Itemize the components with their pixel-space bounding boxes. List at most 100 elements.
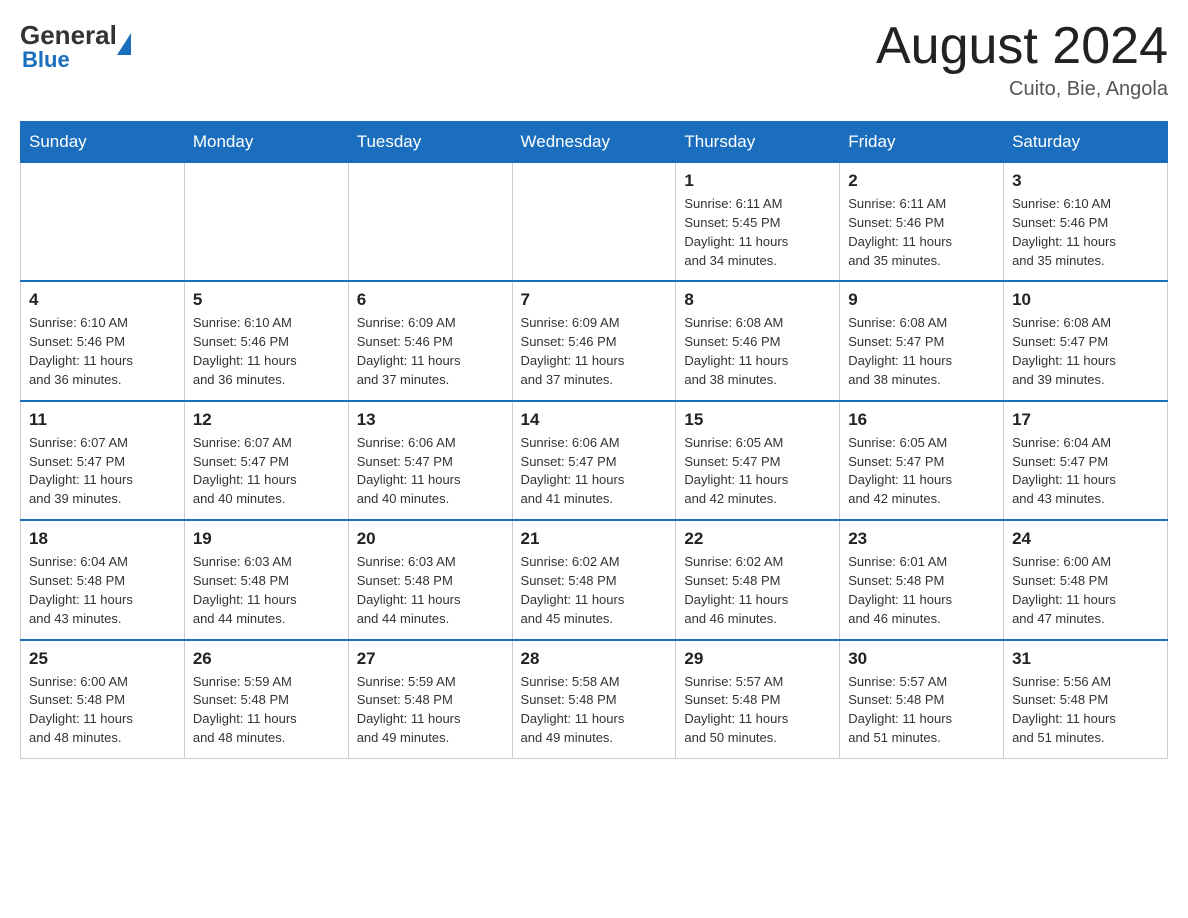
day-info: Sunrise: 6:00 AM Sunset: 5:48 PM Dayligh… (29, 674, 133, 746)
day-number: 28 (521, 649, 668, 669)
calendar-day-cell: 28 Sunrise: 5:58 AM Sunset: 5:48 PM Dayli… (512, 640, 676, 759)
day-info: Sunrise: 6:10 AM Sunset: 5:46 PM Dayligh… (193, 315, 297, 387)
day-info: Sunrise: 6:06 AM Sunset: 5:47 PM Dayligh… (357, 435, 461, 507)
calendar-day-cell: 12Sunrise: 6:07 AM Sunset: 5:47 PM Dayli… (184, 401, 348, 520)
day-info: Sunrise: 6:09 AM Sunset: 5:46 PM Dayligh… (357, 315, 461, 387)
day-info: Sunrise: 5:56 AM Sunset: 5:48 PM Dayligh… (1012, 674, 1116, 746)
calendar-day-cell: 22 Sunrise: 6:02 AM Sunset: 5:48 PM Dayli… (676, 520, 840, 639)
calendar-day-cell: 7 Sunrise: 6:09 AM Sunset: 5:46 PM Daylig… (512, 281, 676, 400)
day-number: 7 (521, 290, 668, 310)
day-number: 6 (357, 290, 504, 310)
day-number: 2 (848, 171, 995, 191)
calendar-week-row: 25 Sunrise: 6:00 AM Sunset: 5:48 PM Dayli… (21, 640, 1168, 759)
day-info: Sunrise: 5:59 AM Sunset: 5:48 PM Dayligh… (193, 674, 297, 746)
day-info: Sunrise: 6:00 AM Sunset: 5:48 PM Dayligh… (1012, 554, 1116, 626)
calendar-day-cell: 30 Sunrise: 5:57 AM Sunset: 5:48 PM Dayli… (840, 640, 1004, 759)
day-info: Sunrise: 6:05 AM Sunset: 5:47 PM Dayligh… (848, 435, 952, 507)
day-number: 15 (684, 410, 831, 430)
day-number: 14 (521, 410, 668, 430)
calendar-day-cell: 25 Sunrise: 6:00 AM Sunset: 5:48 PM Dayli… (21, 640, 185, 759)
calendar-day-cell: 10 Sunrise: 6:08 AM Sunset: 5:47 PM Dayli… (1004, 281, 1168, 400)
day-of-week-header: Saturday (1004, 122, 1168, 163)
day-info: Sunrise: 5:57 AM Sunset: 5:48 PM Dayligh… (848, 674, 952, 746)
calendar-week-row: 1 Sunrise: 6:11 AM Sunset: 5:45 PM Daylig… (21, 163, 1168, 282)
day-info: Sunrise: 5:58 AM Sunset: 5:48 PM Dayligh… (521, 674, 625, 746)
day-number: 16 (848, 410, 995, 430)
calendar-header-row: SundayMondayTuesdayWednesdayThursdayFrid… (21, 122, 1168, 163)
day-number: 22 (684, 529, 831, 549)
day-number: 18 (29, 529, 176, 549)
day-info: Sunrise: 6:08 AM Sunset: 5:47 PM Dayligh… (1012, 315, 1116, 387)
logo: General Blue (20, 20, 131, 73)
calendar-day-cell: 6 Sunrise: 6:09 AM Sunset: 5:46 PM Daylig… (348, 281, 512, 400)
day-info: Sunrise: 6:02 AM Sunset: 5:48 PM Dayligh… (521, 554, 625, 626)
calendar-day-cell: 14 Sunrise: 6:06 AM Sunset: 5:47 PM Dayli… (512, 401, 676, 520)
day-number: 9 (848, 290, 995, 310)
day-info: Sunrise: 5:59 AM Sunset: 5:48 PM Dayligh… (357, 674, 461, 746)
calendar-day-cell: 9 Sunrise: 6:08 AM Sunset: 5:47 PM Daylig… (840, 281, 1004, 400)
day-number: 20 (357, 529, 504, 549)
day-of-week-header: Tuesday (348, 122, 512, 163)
day-info: Sunrise: 6:01 AM Sunset: 5:48 PM Dayligh… (848, 554, 952, 626)
day-number: 21 (521, 529, 668, 549)
page-header: General Blue August 2024 Cuito, Bie, Ang… (20, 20, 1168, 101)
day-info: Sunrise: 6:08 AM Sunset: 5:46 PM Dayligh… (684, 315, 788, 387)
day-number: 27 (357, 649, 504, 669)
calendar-table: SundayMondayTuesdayWednesdayThursdayFrid… (20, 121, 1168, 759)
month-title: August 2024 (876, 20, 1168, 72)
calendar-day-cell: 20Sunrise: 6:03 AM Sunset: 5:48 PM Dayli… (348, 520, 512, 639)
day-number: 25 (29, 649, 176, 669)
day-number: 31 (1012, 649, 1159, 669)
day-number: 26 (193, 649, 340, 669)
calendar-day-cell: 23 Sunrise: 6:01 AM Sunset: 5:48 PM Dayli… (840, 520, 1004, 639)
day-number: 23 (848, 529, 995, 549)
day-number: 4 (29, 290, 176, 310)
location: Cuito, Bie, Angola (876, 78, 1168, 101)
day-number: 1 (684, 171, 831, 191)
calendar-day-cell (21, 163, 185, 282)
calendar-day-cell: 1 Sunrise: 6:11 AM Sunset: 5:45 PM Daylig… (676, 163, 840, 282)
calendar-day-cell: 26 Sunrise: 5:59 AM Sunset: 5:48 PM Dayli… (184, 640, 348, 759)
day-info: Sunrise: 6:10 AM Sunset: 5:46 PM Dayligh… (1012, 196, 1116, 268)
day-number: 11 (29, 410, 176, 430)
calendar-day-cell: 4 Sunrise: 6:10 AM Sunset: 5:46 PM Daylig… (21, 281, 185, 400)
day-info: Sunrise: 6:11 AM Sunset: 5:45 PM Dayligh… (684, 196, 788, 268)
calendar-day-cell (512, 163, 676, 282)
day-number: 10 (1012, 290, 1159, 310)
calendar-day-cell: 18Sunrise: 6:04 AM Sunset: 5:48 PM Dayli… (21, 520, 185, 639)
day-info: Sunrise: 6:03 AM Sunset: 5:48 PM Dayligh… (193, 554, 297, 626)
calendar-day-cell: 15 Sunrise: 6:05 AM Sunset: 5:47 PM Dayli… (676, 401, 840, 520)
day-number: 3 (1012, 171, 1159, 191)
day-number: 19 (193, 529, 340, 549)
title-block: August 2024 Cuito, Bie, Angola (876, 20, 1168, 101)
calendar-day-cell: 13Sunrise: 6:06 AM Sunset: 5:47 PM Dayli… (348, 401, 512, 520)
day-info: Sunrise: 6:07 AM Sunset: 5:47 PM Dayligh… (193, 435, 297, 507)
day-info: Sunrise: 6:05 AM Sunset: 5:47 PM Dayligh… (684, 435, 788, 507)
calendar-day-cell: 16 Sunrise: 6:05 AM Sunset: 5:47 PM Dayli… (840, 401, 1004, 520)
day-info: Sunrise: 6:11 AM Sunset: 5:46 PM Dayligh… (848, 196, 952, 268)
calendar-day-cell: 5Sunrise: 6:10 AM Sunset: 5:46 PM Daylig… (184, 281, 348, 400)
day-info: Sunrise: 6:04 AM Sunset: 5:47 PM Dayligh… (1012, 435, 1116, 507)
calendar-day-cell (348, 163, 512, 282)
day-info: Sunrise: 6:06 AM Sunset: 5:47 PM Dayligh… (521, 435, 625, 507)
day-number: 30 (848, 649, 995, 669)
day-info: Sunrise: 6:08 AM Sunset: 5:47 PM Dayligh… (848, 315, 952, 387)
day-of-week-header: Monday (184, 122, 348, 163)
calendar-week-row: 11 Sunrise: 6:07 AM Sunset: 5:47 PM Dayli… (21, 401, 1168, 520)
calendar-day-cell: 17Sunrise: 6:04 AM Sunset: 5:47 PM Dayli… (1004, 401, 1168, 520)
calendar-day-cell: 27 Sunrise: 5:59 AM Sunset: 5:48 PM Dayli… (348, 640, 512, 759)
day-of-week-header: Friday (840, 122, 1004, 163)
day-of-week-header: Wednesday (512, 122, 676, 163)
day-info: Sunrise: 5:57 AM Sunset: 5:48 PM Dayligh… (684, 674, 788, 746)
day-info: Sunrise: 6:02 AM Sunset: 5:48 PM Dayligh… (684, 554, 788, 626)
calendar-day-cell (184, 163, 348, 282)
logo-blue-text: Blue (20, 47, 131, 73)
calendar-day-cell: 2 Sunrise: 6:11 AM Sunset: 5:46 PM Daylig… (840, 163, 1004, 282)
day-info: Sunrise: 6:09 AM Sunset: 5:46 PM Dayligh… (521, 315, 625, 387)
day-info: Sunrise: 6:07 AM Sunset: 5:47 PM Dayligh… (29, 435, 133, 507)
day-of-week-header: Sunday (21, 122, 185, 163)
day-info: Sunrise: 6:10 AM Sunset: 5:46 PM Dayligh… (29, 315, 133, 387)
calendar-day-cell: 8Sunrise: 6:08 AM Sunset: 5:46 PM Daylig… (676, 281, 840, 400)
calendar-week-row: 4 Sunrise: 6:10 AM Sunset: 5:46 PM Daylig… (21, 281, 1168, 400)
calendar-day-cell: 11 Sunrise: 6:07 AM Sunset: 5:47 PM Dayli… (21, 401, 185, 520)
